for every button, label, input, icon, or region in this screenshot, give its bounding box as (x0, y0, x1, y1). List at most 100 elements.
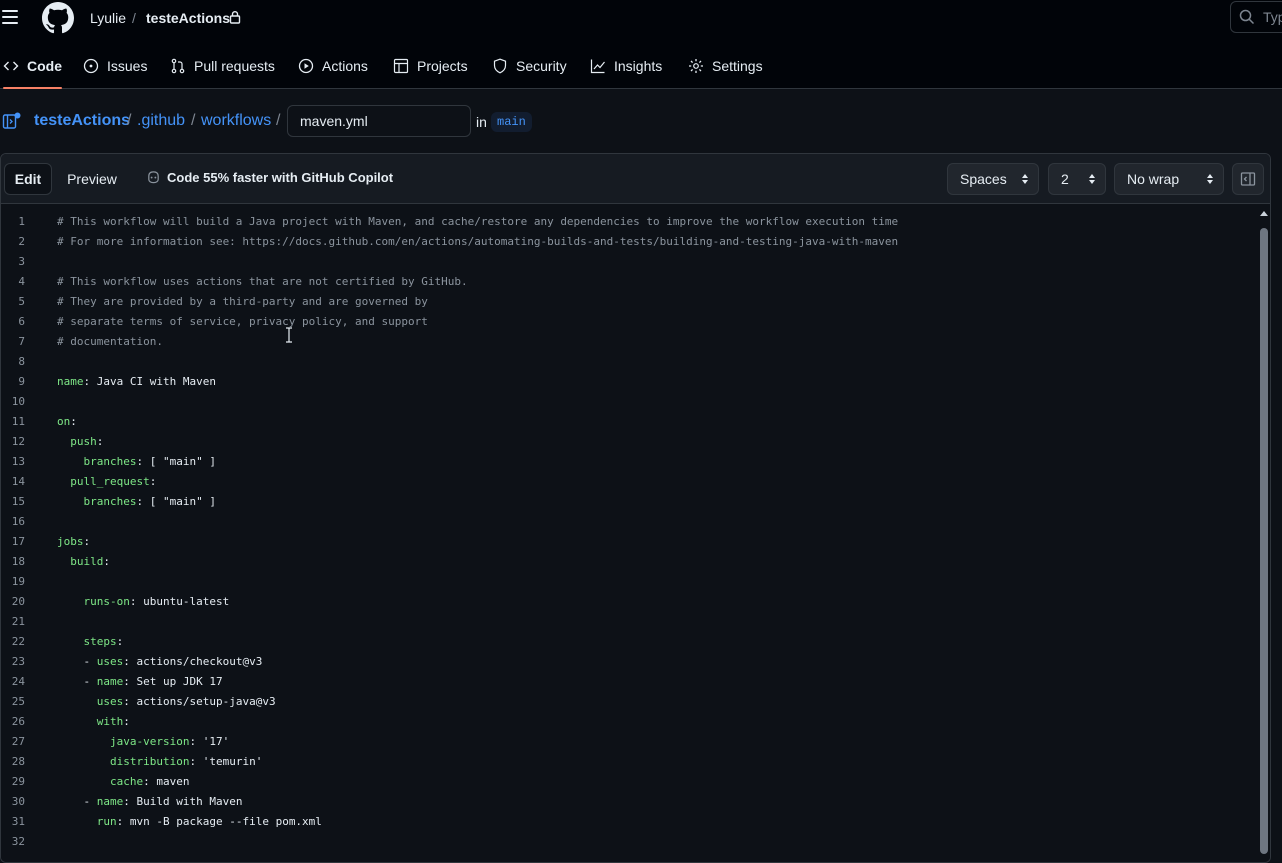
code-line[interactable]: 20 runs-on: ubuntu-latest (1, 592, 1256, 612)
code-line[interactable]: 6 # separate terms of service, privacy po… (1, 312, 1256, 332)
breadcrumb-separator: / (191, 112, 196, 129)
breadcrumb-repo-link[interactable]: testeActions (34, 112, 130, 130)
text-cursor-icon (286, 327, 292, 343)
code-colon: : (70, 415, 77, 428)
code-line[interactable]: 18 build: (1, 552, 1256, 572)
code-colon: : (123, 695, 130, 708)
line-content: push: (57, 432, 103, 452)
code-line[interactable]: 27 java-version: '17' (1, 732, 1256, 752)
code-line[interactable]: 8 (1, 352, 1256, 372)
tab-pull-requests[interactable]: Pull requests (170, 56, 275, 76)
tab-edit[interactable]: Edit (4, 163, 52, 195)
code-line[interactable]: 21 (1, 612, 1256, 632)
code-line[interactable]: 13 branches: [ "main" ] (1, 452, 1256, 472)
code-key: pull_request (70, 475, 150, 488)
code-key: push (70, 435, 97, 448)
indent-mode-select[interactable]: Spaces (947, 163, 1039, 195)
scroll-thumb[interactable] (1260, 228, 1268, 854)
tab-preview[interactable]: Preview (57, 163, 127, 195)
breadcrumb-github-link[interactable]: .github (137, 112, 185, 130)
tab-actions[interactable]: Actions (298, 56, 368, 76)
code-line[interactable]: 3 (1, 252, 1256, 272)
shield-icon (493, 58, 507, 74)
search-placeholder: Typ (1263, 9, 1282, 25)
line-number: 8 (18, 355, 25, 368)
code-line[interactable]: 24 - name: Set up JDK 17 (1, 672, 1256, 692)
line-number: 16 (11, 515, 25, 528)
code-key: run (96, 815, 117, 828)
code-icon (3, 61, 19, 71)
sidebar-expand-icon[interactable] (2, 111, 22, 131)
code-line[interactable]: 5 # They are provided by a third-party an… (1, 292, 1256, 312)
code-comment: # This workflow uses actions that are no… (57, 275, 468, 288)
copilot-promo-link[interactable]: Code 55% faster with GitHub Copilot (146, 170, 393, 185)
line-number: 11 (11, 415, 25, 428)
lock-icon (229, 11, 241, 24)
code-comment: # For more information see: https://docs… (57, 235, 899, 248)
code-comment: # separate terms of service, privacy pol… (57, 315, 428, 328)
code-line[interactable]: 28 distribution: 'temurin' (1, 752, 1256, 772)
line-content: steps: (57, 632, 124, 652)
tab-code-label: Code (27, 58, 62, 74)
tab-security[interactable]: Security (492, 56, 567, 76)
line-number: 4 (18, 275, 25, 288)
code-line[interactable]: 10 (1, 392, 1256, 412)
wrap-mode-select[interactable]: No wrap (1114, 163, 1224, 195)
code-line[interactable]: 12 push: (1, 432, 1256, 452)
repo-link[interactable]: testeActions (146, 10, 230, 26)
line-number: 31 (11, 815, 25, 828)
code-key: build (70, 555, 104, 568)
code-line[interactable]: 29 cache: maven (1, 772, 1256, 792)
code-line[interactable]: 32 (1, 832, 1256, 852)
line-number: 22 (11, 635, 25, 648)
code-line[interactable]: 15 branches: [ "main" ] (1, 492, 1256, 512)
code-colon: : (123, 715, 130, 728)
code-line[interactable]: 25 uses: actions/setup-java@v3 (1, 692, 1256, 712)
code-line[interactable]: 23 - uses: actions/checkout@v3 (1, 652, 1256, 672)
code-line[interactable]: 14 pull_request: (1, 472, 1256, 492)
code-editor[interactable]: 1 # This workflow will build a Java proje… (1, 204, 1256, 862)
search-input[interactable]: Typ (1230, 1, 1282, 33)
indent-size-select[interactable]: 2 (1048, 163, 1106, 195)
code-line[interactable]: 1 # This workflow will build a Java proje… (1, 212, 1256, 232)
tab-insights[interactable]: Insights (590, 56, 662, 76)
code-line[interactable]: 11 on: (1, 412, 1256, 432)
code-line[interactable]: 7 # documentation. (1, 332, 1256, 352)
code-line[interactable]: 17 jobs: (1, 532, 1256, 552)
branch-badge[interactable]: main (491, 112, 532, 132)
code-line[interactable]: 30 - name: Build with Maven (1, 792, 1256, 812)
github-logo-icon[interactable] (42, 2, 74, 34)
code-value: '17' (196, 735, 230, 748)
line-number: 19 (11, 575, 25, 588)
line-number: 7 (18, 335, 25, 348)
code-line[interactable]: 9 name: Java CI with Maven (1, 372, 1256, 392)
code-line[interactable]: 26 with: (1, 712, 1256, 732)
code-key: distribution (109, 755, 190, 768)
code-colon: : (96, 435, 104, 448)
code-line[interactable]: 31 run: mvn -B package --file pom.xml (1, 812, 1256, 832)
code-value: Build with Maven (129, 795, 243, 808)
breadcrumb-workflows-link[interactable]: workflows (201, 112, 271, 130)
code-line[interactable]: 22 steps: (1, 632, 1256, 652)
filename-input[interactable] (287, 105, 471, 137)
tab-settings[interactable]: Settings (688, 56, 763, 76)
hamburger-menu-icon[interactable] (2, 6, 20, 28)
line-number: 30 (11, 795, 25, 808)
code-line[interactable]: 19 (1, 572, 1256, 592)
tab-code[interactable]: Code (3, 56, 62, 89)
owner-link[interactable]: Lyulie (90, 10, 126, 26)
code-colon: : (123, 795, 130, 808)
code-line[interactable]: 4 # This workflow uses actions that are n… (1, 272, 1256, 292)
tab-issues[interactable]: Issues (83, 56, 147, 76)
tab-projects[interactable]: Projects (393, 56, 468, 76)
editor-scrollbar[interactable] (1257, 204, 1270, 862)
toggle-sidebar-button[interactable] (1232, 163, 1264, 195)
line-number: 29 (11, 775, 25, 788)
scroll-up-arrow-icon[interactable] (1260, 211, 1268, 216)
code-line[interactable]: 2 # For more information see: https://doc… (1, 232, 1256, 252)
tab-actions-label: Actions (322, 58, 368, 74)
line-content: # This workflow will build a Java projec… (57, 212, 898, 232)
code-line[interactable]: 16 (1, 512, 1256, 532)
